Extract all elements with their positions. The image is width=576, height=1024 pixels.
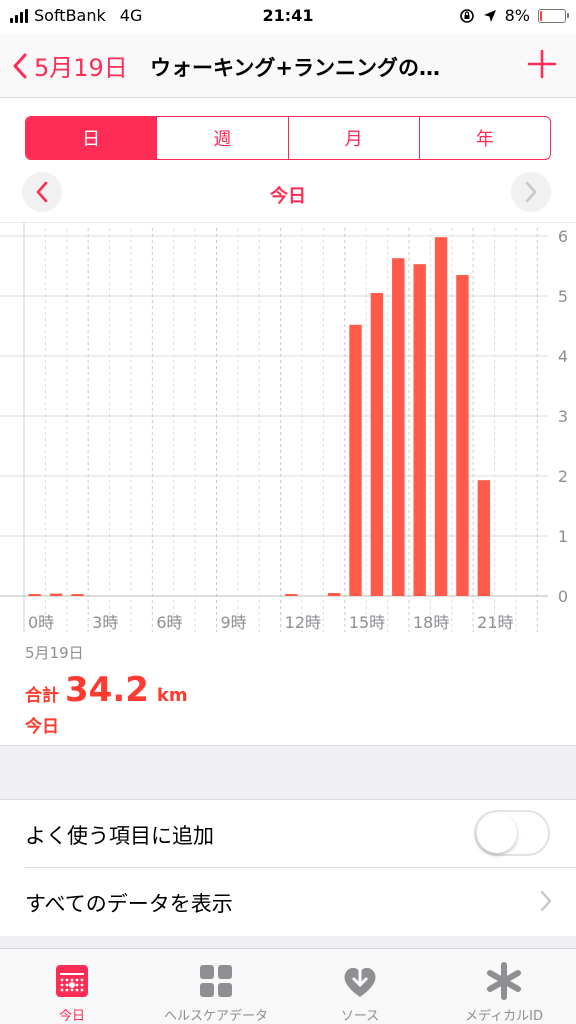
favorite-label: よく使う項目に追加 [25, 824, 214, 848]
y-tick-label: 5 [558, 287, 568, 306]
chevron-left-icon [13, 53, 27, 78]
x-tick-label: 9時 [220, 613, 246, 632]
favorite-toggle[interactable] [474, 810, 550, 856]
heart-download-icon [344, 967, 376, 997]
total-unit: km [156, 685, 188, 706]
calendar-icon [56, 965, 88, 997]
tab-sources-label: ソース [340, 1009, 380, 1024]
battery-percent: 8% [504, 6, 530, 25]
plus-icon[interactable] [526, 48, 558, 80]
distance-chart: 0 1 2 3 4 5 6 0時 3時 6時 9時 12時 15時 18時 21時 [0, 222, 576, 640]
segment-year[interactable]: 年 [420, 117, 550, 159]
segment-week[interactable]: 週 [157, 117, 289, 159]
nav-bar: 5月19日 ウォーキング+ランニングの… [0, 34, 576, 98]
y-tick-label: 0 [558, 587, 568, 606]
x-tick-label: 15時 [349, 613, 385, 632]
tab-sources[interactable]: ソース [288, 949, 432, 1024]
x-tick-label: 6時 [156, 613, 182, 632]
x-tick-label: 0時 [28, 613, 54, 632]
current-date-label: 今日 [270, 186, 306, 207]
show-all-data-label: すべてのデータを表示 [25, 892, 233, 916]
back-label: 5月19日 [34, 54, 128, 82]
period-segmented-control: 日 週 月 年 [25, 116, 551, 160]
chart-bar [392, 258, 405, 596]
tab-today-label: 今日 [58, 1009, 85, 1024]
tab-bar: 今日 ヘルスケアデータ ソース メディカルID [0, 948, 576, 1024]
battery-icon [538, 8, 569, 23]
chart-bar [370, 293, 384, 596]
section-gap [0, 746, 576, 800]
distance-bar-chart: 0 1 2 3 4 5 6 0時 3時 6時 9時 12時 15時 18時 21時 [0, 222, 576, 632]
chart-bar [285, 594, 298, 596]
tab-health-data-label: ヘルスケアデータ [163, 1009, 268, 1024]
rotation-lock-icon [459, 8, 474, 23]
x-tick-label: 18時 [413, 613, 449, 632]
asterisk-icon [487, 962, 521, 1000]
summary-period: 今日 [25, 717, 59, 737]
chart-bar [434, 237, 448, 596]
segment-day[interactable]: 日 [26, 117, 158, 159]
status-right: 8% [459, 6, 569, 25]
grid-icon [200, 965, 232, 997]
y-tick-label: 2 [558, 467, 568, 486]
y-tick-label: 6 [558, 227, 568, 246]
x-tick-label: 12時 [285, 613, 321, 632]
toggle-knob [477, 813, 517, 853]
x-tick-label: 21時 [477, 613, 513, 632]
y-tick-label: 3 [558, 407, 568, 426]
chevron-right-icon [540, 890, 552, 912]
chart-bar [349, 324, 362, 596]
summary-total: 合計 34.2 km [25, 670, 188, 710]
next-day-button[interactable] [511, 172, 551, 212]
segment-month[interactable]: 月 [289, 117, 420, 159]
y-tick-label: 4 [558, 347, 568, 366]
chart-bar [49, 593, 63, 596]
chart-bar [456, 275, 469, 596]
y-tick-label: 1 [558, 527, 568, 546]
total-label: 合計 [25, 686, 59, 706]
page-title: ウォーキング+ランニングの… [150, 56, 440, 80]
chart-bar [28, 594, 41, 596]
back-button[interactable]: 5月19日 [12, 48, 128, 83]
chart-bar [413, 264, 426, 596]
date-navigator: 今日 [0, 170, 576, 214]
chart-bar [71, 594, 84, 596]
tab-today[interactable]: 今日 [0, 949, 144, 1024]
status-bar: SoftBank 4G 21:41 8% [0, 0, 576, 34]
summary-date: 5月19日 [25, 644, 84, 662]
bottom-gap [0, 936, 576, 948]
chart-bar [477, 480, 491, 596]
show-all-data-row[interactable]: すべてのデータを表示 [0, 868, 576, 936]
tab-health-data[interactable]: ヘルスケアデータ [144, 949, 288, 1024]
chart-bar [327, 593, 341, 596]
chevron-right-icon [525, 181, 537, 203]
summary-section: 5月19日 合計 34.2 km 今日 [0, 636, 576, 746]
x-tick-label: 3時 [92, 613, 118, 632]
location-icon [483, 9, 496, 22]
battery-fill [540, 10, 542, 21]
tab-medical-id[interactable]: メディカルID [432, 949, 576, 1024]
total-value: 34.2 [65, 670, 149, 710]
favorite-row: よく使う項目に追加 [0, 800, 576, 868]
tab-medical-id-label: メディカルID [465, 1009, 543, 1024]
